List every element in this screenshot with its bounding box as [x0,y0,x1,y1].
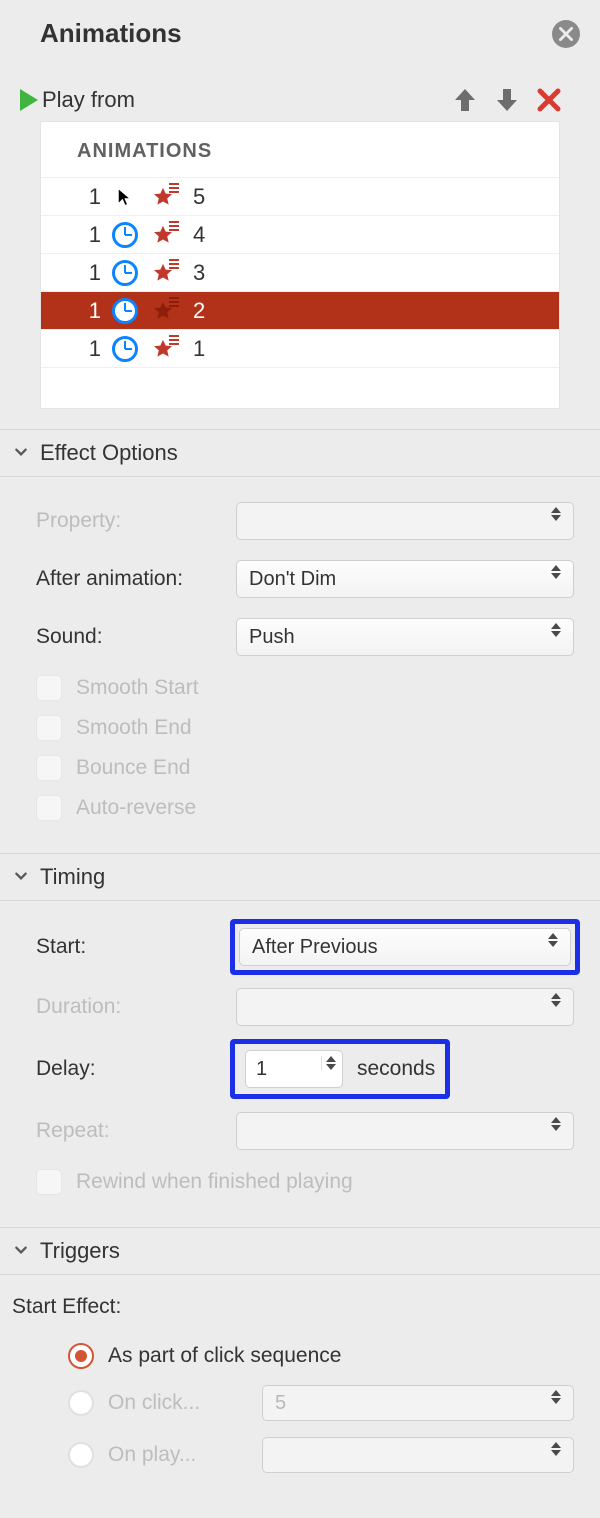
duration-label: Duration: [36,995,236,1019]
trigger-on-play-label: On play... [108,1443,248,1467]
clock-icon [111,221,139,249]
smooth-end-checkbox: Smooth End [36,715,574,741]
timing-title: Timing [40,864,105,890]
radio-icon [68,1343,94,1369]
after-animation-select[interactable]: Don't Dim [236,560,574,598]
animation-target-label: 2 [193,298,205,324]
play-from-button[interactable]: Play from [20,87,444,113]
star-emphasis-icon [149,261,177,285]
play-icon [20,89,38,111]
animation-list-item[interactable]: 12 [41,292,559,330]
delay-stepper[interactable]: 1 [245,1050,343,1088]
arrow-up-icon [453,87,477,113]
smooth-start-label: Smooth Start [76,676,199,700]
checkbox-icon [36,1169,62,1195]
sound-label: Sound: [36,625,236,649]
bounce-end-checkbox: Bounce End [36,755,574,781]
animation-list-header: ANIMATIONS [41,122,559,178]
sound-value: Push [249,626,295,649]
clock-icon [111,297,139,325]
repeat-select [236,1112,574,1150]
delay-value: 1 [256,1058,267,1081]
trigger-on-click-radio[interactable]: On click... 5 [12,1377,574,1429]
animation-list-item[interactable]: 11 [41,330,559,368]
animation-list-item[interactable]: 15 [41,178,559,216]
animation-order: 1 [83,298,101,324]
play-from-label: Play from [42,87,135,113]
clock-icon [111,335,139,363]
checkbox-icon [36,755,62,781]
radio-icon [68,1442,94,1468]
star-emphasis-icon [149,223,177,247]
move-up-button[interactable] [444,87,486,113]
close-icon [559,27,573,41]
trigger-on-play-select [262,1437,574,1473]
animation-order: 1 [83,336,101,362]
animation-target-label: 4 [193,222,205,248]
delay-label: Delay: [36,1057,236,1081]
property-select [236,502,574,540]
chevron-down-icon [14,869,30,885]
trigger-on-click-label: On click... [108,1391,248,1415]
star-emphasis-icon [149,185,177,209]
property-label: Property: [36,509,236,533]
duration-select [236,988,574,1026]
bounce-end-label: Bounce End [76,756,190,780]
seconds-label: seconds [357,1057,435,1081]
after-animation-value: Don't Dim [249,568,336,591]
close-pane-button[interactable] [552,20,580,48]
start-select[interactable]: After Previous [239,928,571,966]
sound-select[interactable]: Push [236,618,574,656]
trigger-click-sequence-radio[interactable]: As part of click sequence [12,1335,574,1377]
arrow-down-icon [495,87,519,113]
checkbox-icon [36,715,62,741]
effect-options-header[interactable]: Effect Options [0,429,600,477]
start-label: Start: [36,935,236,959]
animation-target-label: 5 [193,184,205,210]
start-value: After Previous [252,936,378,959]
checkbox-icon [36,675,62,701]
star-emphasis-icon [149,337,177,361]
trigger-on-click-value: 5 [275,1392,286,1415]
rewind-label: Rewind when finished playing [76,1170,353,1194]
effect-options-title: Effect Options [40,440,178,466]
triggers-header[interactable]: Triggers [0,1227,600,1275]
timing-header[interactable]: Timing [0,853,600,901]
pane-title: Animations [40,18,552,49]
cursor-icon [111,183,139,211]
animation-target-label: 1 [193,336,205,362]
animation-list-item[interactable]: 14 [41,216,559,254]
move-down-button[interactable] [486,87,528,113]
remove-animation-button[interactable] [528,88,570,112]
animation-order: 1 [83,260,101,286]
clock-icon [111,259,139,287]
triggers-title: Triggers [40,1238,120,1264]
star-emphasis-icon [149,299,177,323]
trigger-on-click-select: 5 [262,1385,574,1421]
animation-target-label: 3 [193,260,205,286]
trigger-click-sequence-label: As part of click sequence [108,1344,341,1368]
x-icon [537,88,561,112]
auto-reverse-label: Auto-reverse [76,796,196,820]
animation-order: 1 [83,184,101,210]
animation-list[interactable]: ANIMATIONS 1514131211 [40,121,560,409]
smooth-start-checkbox: Smooth Start [36,675,574,701]
checkbox-icon [36,795,62,821]
smooth-end-label: Smooth End [76,716,192,740]
chevron-down-icon [14,1243,30,1259]
auto-reverse-checkbox: Auto-reverse [36,795,574,821]
rewind-checkbox: Rewind when finished playing [36,1169,574,1195]
animation-list-item[interactable]: 13 [41,254,559,292]
chevron-down-icon [14,445,30,461]
trigger-on-play-radio: On play... [12,1429,574,1481]
after-animation-label: After animation: [36,567,236,591]
animation-order: 1 [83,222,101,248]
repeat-label: Repeat: [36,1119,236,1143]
start-effect-label: Start Effect: [12,1295,574,1319]
radio-icon [68,1390,94,1416]
